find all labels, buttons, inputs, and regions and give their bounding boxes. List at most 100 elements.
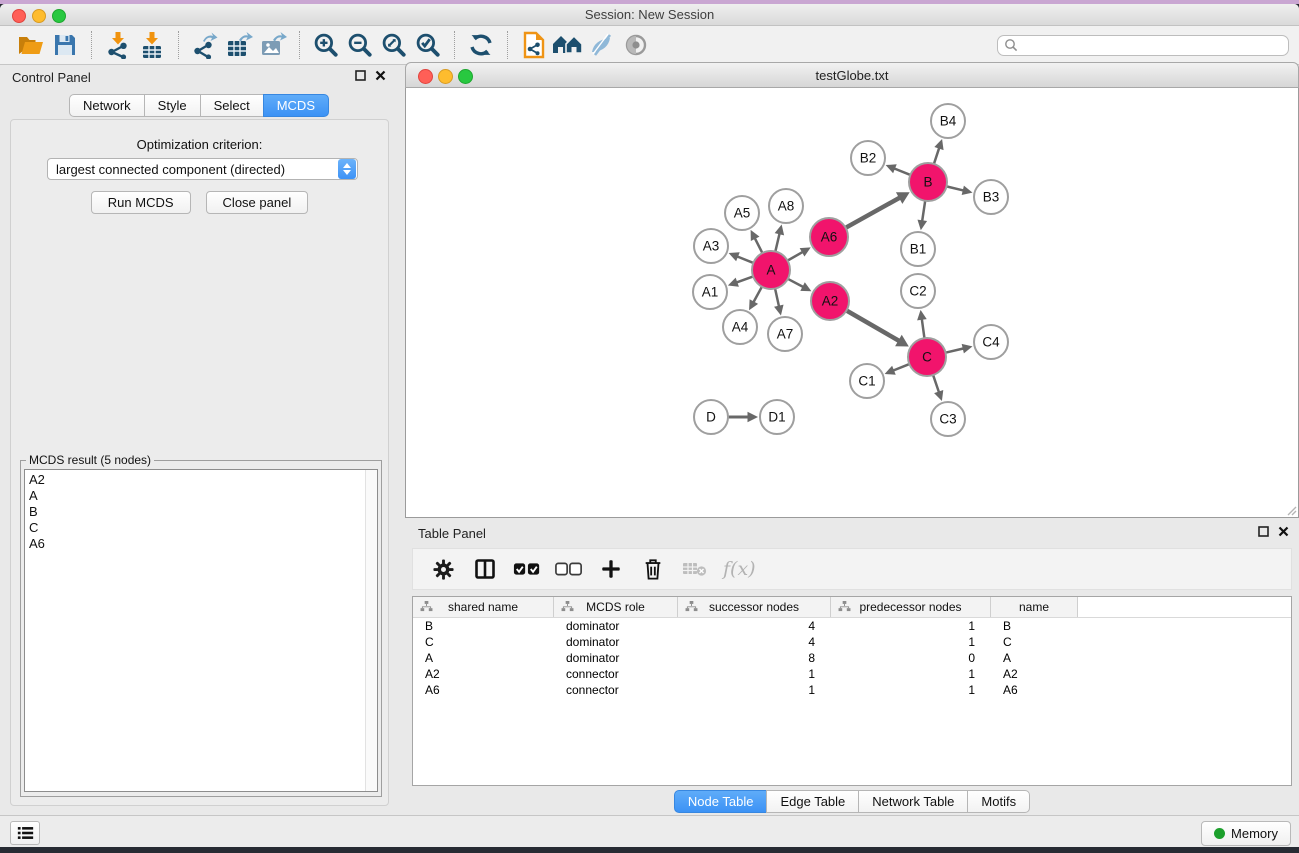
column-header-shared-name[interactable]: shared name xyxy=(413,597,554,617)
split-columns-icon[interactable] xyxy=(471,555,499,583)
graph-node-A5[interactable]: A5 xyxy=(725,196,759,230)
save-session-icon[interactable] xyxy=(48,30,82,60)
tab-edge-table[interactable]: Edge Table xyxy=(766,790,859,813)
open-session-icon[interactable] xyxy=(14,30,48,60)
float-panel-icon[interactable] xyxy=(355,70,366,81)
export-table-icon[interactable] xyxy=(222,30,256,60)
graph-node-C3[interactable]: C3 xyxy=(931,402,965,436)
select-all-checkboxes-icon[interactable] xyxy=(513,555,541,583)
tab-motifs[interactable]: Motifs xyxy=(967,790,1030,813)
graph-edge-B-B3[interactable] xyxy=(947,187,962,191)
close-panel-icon[interactable] xyxy=(375,70,386,81)
close-table-panel-icon[interactable] xyxy=(1278,526,1289,537)
graph-edge-A6-B[interactable] xyxy=(846,198,899,227)
graph-edge-B-B4[interactable] xyxy=(934,149,939,163)
graph-node-C4[interactable]: C4 xyxy=(974,325,1008,359)
search-input[interactable] xyxy=(997,35,1289,56)
table-row[interactable]: Bdominator41B xyxy=(413,618,1291,634)
graph-node-C[interactable]: C xyxy=(908,338,946,376)
run-mcds-button[interactable]: Run MCDS xyxy=(91,191,191,214)
graph-node-A2[interactable]: A2 xyxy=(811,282,849,320)
resize-grip-icon[interactable] xyxy=(1285,504,1297,516)
graph-node-C1[interactable]: C1 xyxy=(850,364,884,398)
deselect-all-checkboxes-icon[interactable] xyxy=(555,555,583,583)
close-panel-button[interactable]: Close panel xyxy=(206,191,309,214)
mcds-result-list-box[interactable]: A2ABCA6 xyxy=(24,469,378,792)
tab-network-table[interactable]: Network Table xyxy=(858,790,968,813)
graph-node-B1[interactable]: B1 xyxy=(901,232,935,266)
graph-edge-A-A3[interactable] xyxy=(738,257,753,263)
graph-edge-A-A7[interactable] xyxy=(775,290,779,306)
show-hide-eye-icon[interactable] xyxy=(619,30,653,60)
optimization-criterion-select[interactable]: largest connected component (directed) xyxy=(47,158,358,180)
graph-edge-A-A2[interactable] xyxy=(789,279,803,286)
tab-node-table[interactable]: Node Table xyxy=(674,790,768,813)
graph-node-B4[interactable]: B4 xyxy=(931,104,965,138)
graph-node-A7[interactable]: A7 xyxy=(768,317,802,351)
mcds-result-item[interactable]: B xyxy=(29,504,377,520)
graph-edge-A-A8[interactable] xyxy=(776,234,780,250)
graph-edge-A-A5[interactable] xyxy=(755,239,762,252)
home-pair-icon[interactable] xyxy=(551,30,585,60)
graph-node-A3[interactable]: A3 xyxy=(694,229,728,263)
network-canvas[interactable]: A A1 A2 A3 A4 A5 A6 A7 A8 B B1 B2 B3 B4 C C1 C2 C3 C4 D D1 xyxy=(405,88,1299,518)
mcds-result-item[interactable]: A2 xyxy=(29,472,377,488)
settings-gear-icon[interactable] xyxy=(429,555,457,583)
import-network-icon[interactable] xyxy=(101,30,135,60)
zoom-fit-icon[interactable] xyxy=(377,30,411,60)
graph-node-C2[interactable]: C2 xyxy=(901,274,935,308)
graph-node-A6[interactable]: A6 xyxy=(810,218,848,256)
graph-node-A8[interactable]: A8 xyxy=(769,189,803,223)
graph-edge-C-C1[interactable] xyxy=(894,364,909,370)
graph-edge-A-A6[interactable] xyxy=(788,252,802,260)
delete-table-icon[interactable] xyxy=(681,555,709,583)
task-history-button[interactable] xyxy=(10,821,40,845)
column-header-MCDS-role[interactable]: MCDS role xyxy=(554,597,678,617)
network-window-titlebar[interactable]: testGlobe.txt xyxy=(405,62,1299,88)
graph-node-D[interactable]: D xyxy=(694,400,728,434)
refresh-icon[interactable] xyxy=(464,30,498,60)
tab-network[interactable]: Network xyxy=(69,94,145,117)
graph-edge-C-C2[interactable] xyxy=(922,320,924,337)
column-header-name[interactable]: name xyxy=(991,597,1078,617)
import-table-icon[interactable] xyxy=(135,30,169,60)
mcds-result-item[interactable]: A6 xyxy=(29,536,377,552)
zoom-out-icon[interactable] xyxy=(343,30,377,60)
tab-style[interactable]: Style xyxy=(144,94,201,117)
graph-edge-A-A4[interactable] xyxy=(754,288,762,302)
mcds-list-scrollbar[interactable] xyxy=(365,470,377,791)
mcds-result-item[interactable]: A xyxy=(29,488,377,504)
graph-edge-A-A1[interactable] xyxy=(737,277,752,282)
graph-edge-C-C3[interactable] xyxy=(933,376,938,392)
graph-edge-A2-C[interactable] xyxy=(847,311,898,341)
graph-node-B[interactable]: B xyxy=(909,163,947,201)
mcds-result-item[interactable]: C xyxy=(29,520,377,536)
graph-node-A4[interactable]: A4 xyxy=(723,310,757,344)
table-row[interactable]: Cdominator41C xyxy=(413,634,1291,650)
export-network-icon[interactable] xyxy=(188,30,222,60)
add-column-icon[interactable] xyxy=(597,555,625,583)
graph-node-D1[interactable]: D1 xyxy=(760,400,794,434)
graph-node-B3[interactable]: B3 xyxy=(974,180,1008,214)
graph-node-B2[interactable]: B2 xyxy=(851,141,885,175)
table-row[interactable]: Adominator80A xyxy=(413,650,1291,666)
delete-column-icon[interactable] xyxy=(639,555,667,583)
graph-edge-B-B1[interactable] xyxy=(922,202,925,221)
function-builder-icon[interactable]: f(x) xyxy=(723,555,756,583)
tab-mcds[interactable]: MCDS xyxy=(263,94,329,117)
column-header-predecessor-nodes[interactable]: predecessor nodes xyxy=(831,597,991,617)
graph-node-A[interactable]: A xyxy=(752,251,790,289)
graph-edge-C-C4[interactable] xyxy=(946,349,962,353)
graph-edge-B-B2[interactable] xyxy=(895,169,910,175)
export-image-icon[interactable] xyxy=(256,30,290,60)
tab-select[interactable]: Select xyxy=(200,94,264,117)
memory-button[interactable]: Memory xyxy=(1201,821,1291,846)
zoom-selected-icon[interactable] xyxy=(411,30,445,60)
zoom-in-icon[interactable] xyxy=(309,30,343,60)
network-file-share-icon[interactable] xyxy=(517,30,551,60)
float-table-panel-icon[interactable] xyxy=(1258,526,1269,537)
graph-node-A1[interactable]: A1 xyxy=(693,275,727,309)
hide-graphics-details-icon[interactable] xyxy=(585,30,619,60)
column-header-successor-nodes[interactable]: successor nodes xyxy=(678,597,831,617)
table-row[interactable]: A2connector11A2 xyxy=(413,666,1291,682)
